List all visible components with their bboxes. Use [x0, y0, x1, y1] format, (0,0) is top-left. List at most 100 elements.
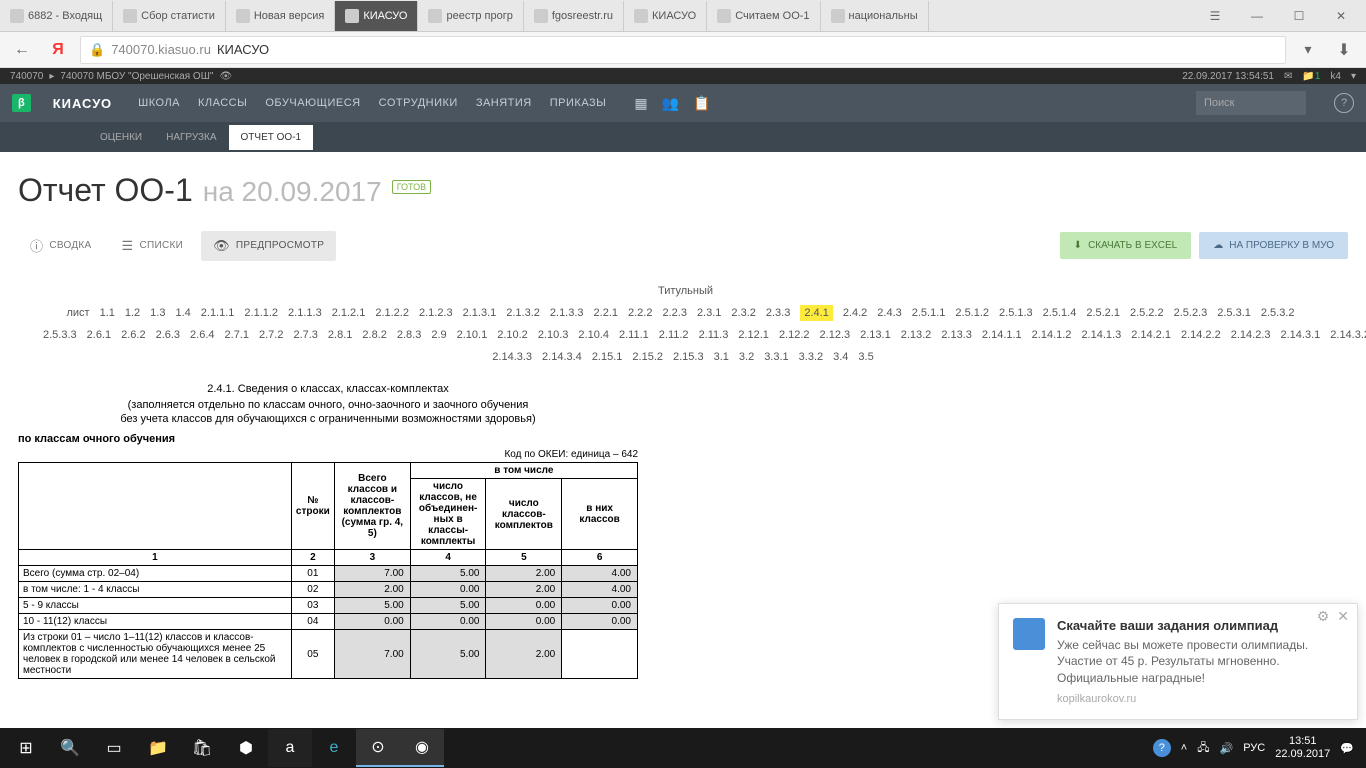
section-link[interactable]: 2.14.3.3 — [492, 351, 532, 363]
section-link[interactable]: 2.11.2 — [659, 329, 689, 341]
section-link[interactable]: 1.4 — [175, 307, 190, 319]
tray-clock[interactable]: 13:51 22.09.2017 — [1275, 735, 1330, 761]
sub-tab[interactable]: ОЦЕНКИ — [88, 125, 154, 150]
browser-tab[interactable]: Сбор статисти — [113, 1, 226, 31]
preview-button[interactable]: 👁ПРЕДПРОСМОТР — [201, 231, 336, 261]
app-icon[interactable]: ◉ — [400, 729, 444, 767]
section-link[interactable]: 2.2.2 — [628, 307, 652, 319]
task-view-icon[interactable]: ▭ — [92, 729, 136, 767]
section-link[interactable]: 2.5.1.3 — [999, 307, 1033, 319]
hamburger-icon[interactable]: ☰ — [1195, 2, 1235, 30]
section-link[interactable]: 2.1.1.3 — [288, 307, 322, 319]
section-link[interactable]: 2.14.1.1 — [982, 329, 1022, 341]
section-link[interactable]: 3.3.2 — [799, 351, 823, 363]
section-link[interactable]: 2.10.2 — [497, 329, 528, 341]
mail-icon[interactable]: ✉ — [1284, 71, 1292, 82]
section-link[interactable]: 2.1.1.2 — [244, 307, 278, 319]
tray-lang[interactable]: РУС — [1243, 742, 1265, 754]
yandex-browser-icon[interactable]: ⊙ — [356, 729, 400, 767]
nav-item[interactable]: СОТРУДНИКИ — [379, 97, 458, 109]
close-button[interactable]: ✕ — [1321, 2, 1361, 30]
section-link[interactable]: 2.6.1 — [87, 329, 111, 341]
section-link[interactable]: 2.7.1 — [225, 329, 249, 341]
section-link[interactable]: 2.8.1 — [328, 329, 352, 341]
section-link[interactable]: 3.3.1 — [764, 351, 788, 363]
section-link[interactable]: 2.11.3 — [699, 329, 729, 341]
section-link[interactable]: 2.14.3.4 — [542, 351, 582, 363]
help-icon[interactable]: ? — [1334, 93, 1354, 113]
people-icon[interactable]: 👥 — [662, 95, 679, 112]
send-review-button[interactable]: ☁НА ПРОВЕРКУ В МУО — [1199, 232, 1348, 259]
yandex-logo-icon[interactable]: Я — [44, 36, 72, 64]
section-link[interactable]: 2.15.2 — [632, 351, 663, 363]
section-link[interactable]: 2.14.2.1 — [1131, 329, 1171, 341]
explorer-icon[interactable]: 📁 — [136, 729, 180, 767]
section-link[interactable]: 2.4.2 — [843, 307, 867, 319]
calendar-icon[interactable]: 📋 — [693, 95, 710, 112]
browser-tab[interactable]: реестр прогр — [418, 1, 523, 31]
search-input[interactable] — [1196, 91, 1306, 115]
section-link[interactable]: 2.4.1 — [800, 305, 832, 321]
section-link[interactable]: 2.2.1 — [594, 307, 618, 319]
section-link[interactable]: 3.1 — [714, 351, 729, 363]
section-link[interactable]: 2.14.3.1 — [1281, 329, 1321, 341]
store-icon[interactable]: 🛍 — [180, 729, 224, 767]
section-link[interactable]: 3.2 — [739, 351, 754, 363]
url-input[interactable]: 🔒 740070.kiasuo.ru КИАСУО — [80, 36, 1286, 64]
browser-tab[interactable]: КИАСУО — [624, 1, 707, 31]
section-link[interactable]: 1.1 — [100, 307, 115, 319]
section-link[interactable]: 2.4.3 — [877, 307, 901, 319]
notification-settings-icon[interactable]: ⚙ — [1317, 608, 1330, 625]
section-link[interactable]: 2.12.1 — [738, 329, 769, 341]
tray-notifications-icon[interactable]: 💬 — [1340, 742, 1354, 755]
section-link[interactable]: 2.5.1.2 — [955, 307, 989, 319]
section-link[interactable]: 2.11.1 — [619, 329, 649, 341]
lists-button[interactable]: ☰СПИСКИ — [110, 231, 196, 261]
sub-tab[interactable]: ОТЧЕТ ОО-1 — [229, 125, 314, 150]
start-button[interactable]: ⊞ — [4, 729, 48, 767]
section-link[interactable]: 2.6.4 — [190, 329, 214, 341]
section-link[interactable]: 2.13.3 — [941, 329, 972, 341]
section-link[interactable]: 2.1.2.2 — [375, 307, 409, 319]
browser-tab[interactable]: 6882 - Входящ — [0, 1, 113, 31]
section-link[interactable]: 2.12.3 — [820, 329, 851, 341]
section-link[interactable]: 3.4 — [833, 351, 848, 363]
section-link[interactable]: 2.10.3 — [538, 329, 569, 341]
summary-button[interactable]: ⓘСВОДКА — [18, 229, 104, 262]
section-link[interactable]: 2.3.3 — [766, 307, 790, 319]
section-link[interactable]: 2.5.2.1 — [1086, 307, 1120, 319]
section-link[interactable]: 2.14.1.2 — [1032, 329, 1072, 341]
section-link[interactable]: 2.5.2.3 — [1174, 307, 1208, 319]
section-link[interactable]: 2.6.2 — [121, 329, 145, 341]
eye-icon[interactable]: 👁 — [219, 71, 232, 82]
section-link[interactable]: 2.5.1.4 — [1043, 307, 1077, 319]
section-link[interactable]: 2.3.2 — [731, 307, 755, 319]
nav-item[interactable]: ШКОЛА — [138, 97, 180, 109]
download-excel-button[interactable]: ⬇СКАЧАТЬ В EXCEL — [1060, 232, 1192, 259]
browser-tab[interactable]: fgosreestr.ru — [524, 1, 624, 31]
section-link[interactable]: 2.10.4 — [578, 329, 609, 341]
tray-network-icon[interactable]: 🖧 — [1197, 739, 1209, 758]
section-link[interactable]: 2.6.3 — [156, 329, 180, 341]
browser-tab[interactable]: национальны — [821, 1, 929, 31]
section-link[interactable]: 2.1.3.1 — [463, 307, 497, 319]
section-link[interactable]: 2.8.3 — [397, 329, 421, 341]
section-link[interactable]: 1.2 — [125, 307, 140, 319]
user-dropdown-icon[interactable]: ▾ — [1351, 71, 1356, 82]
tray-help-icon[interactable]: ? — [1153, 739, 1171, 757]
nav-item[interactable]: ОБУЧАЮЩИЕСЯ — [265, 97, 360, 109]
section-link[interactable]: 2.5.3.2 — [1261, 307, 1295, 319]
section-link[interactable]: 2.13.1 — [860, 329, 891, 341]
section-link[interactable]: 2.14.2.3 — [1231, 329, 1271, 341]
nav-item[interactable]: ЗАНЯТИЯ — [476, 97, 532, 109]
section-link[interactable]: 2.9 — [431, 329, 446, 341]
section-link[interactable]: 2.10.1 — [457, 329, 488, 341]
download-icon[interactable]: ⬇ — [1330, 36, 1358, 64]
section-link[interactable]: 2.5.1.1 — [912, 307, 946, 319]
section-link[interactable]: 2.15.3 — [673, 351, 704, 363]
section-link[interactable]: 2.13.2 — [901, 329, 932, 341]
section-link[interactable]: 2.1.3.2 — [506, 307, 540, 319]
section-link[interactable]: 2.5.2.2 — [1130, 307, 1164, 319]
ie-icon[interactable]: e — [312, 729, 356, 767]
sub-tab[interactable]: НАГРУЗКА — [154, 125, 228, 150]
